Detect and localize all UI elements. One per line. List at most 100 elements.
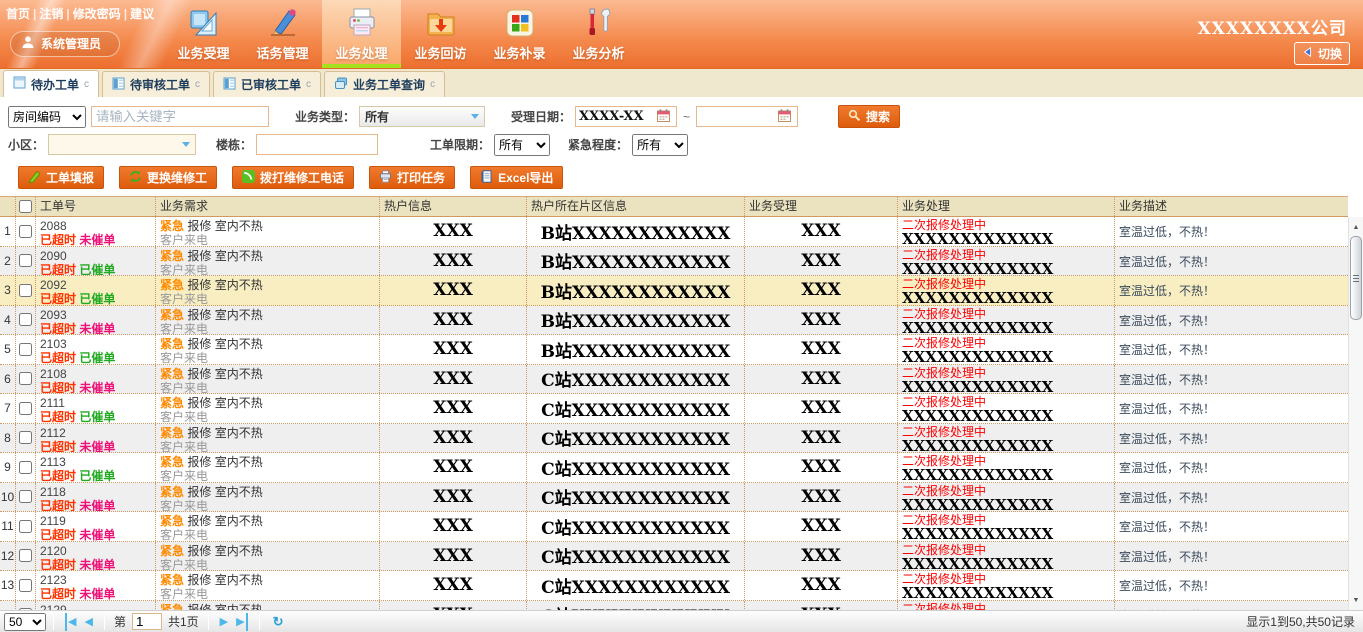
column-header[interactable]: 业务需求: [156, 197, 380, 216]
column-header[interactable]: 业务处理: [898, 197, 1115, 216]
switch-button[interactable]: 切换: [1294, 42, 1350, 65]
tab[interactable]: 已审核工单c: [213, 71, 321, 97]
customer-info-cell: XXX: [380, 483, 527, 512]
pagination-bar: 50 ◀ ◀ 第 共1页 ▶ ▶ ↻ 显示1到50,共50记录: [0, 610, 1363, 632]
table-row[interactable]: 72111已超时 已催单紧急 报修 室内不热客户来电XXXC站XXXXXXXXX…: [0, 394, 1348, 424]
header-link[interactable]: 注销: [39, 7, 63, 21]
row-checkbox[interactable]: [19, 549, 32, 562]
table-row[interactable]: 42093已超时 未催单紧急 报修 室内不热客户来电XXXB站XXXXXXXXX…: [0, 306, 1348, 336]
type-select[interactable]: 所有: [359, 106, 485, 127]
deadline-select[interactable]: 所有: [494, 134, 550, 156]
user-pill[interactable]: 系统管理员: [10, 31, 120, 57]
action-button[interactable]: 工单填报: [18, 166, 104, 189]
row-checkbox[interactable]: [19, 431, 32, 444]
tab-refresh-mark[interactable]: c: [430, 79, 435, 90]
column-header[interactable]: 热户信息: [380, 197, 527, 216]
row-checkbox[interactable]: [19, 490, 32, 503]
header-link[interactable]: 建议: [130, 7, 154, 21]
nav-item[interactable]: 业务处理: [322, 0, 401, 68]
current-page-input[interactable]: [132, 613, 162, 630]
column-header[interactable]: 工单号: [36, 197, 156, 216]
first-page-icon[interactable]: ◀: [65, 613, 76, 631]
description-cell: 室温过低，不热！: [1115, 483, 1348, 512]
field-select[interactable]: 房间编码: [8, 106, 86, 128]
vertical-scrollbar[interactable]: ▲ ▼: [1348, 217, 1363, 610]
demand-source: 客户来电: [160, 499, 379, 512]
row-checkbox[interactable]: [19, 284, 32, 297]
row-checkbox[interactable]: [19, 313, 32, 326]
row-checkbox[interactable]: [19, 343, 32, 356]
table-row[interactable]: 132123已超时 未催单紧急 报修 室内不热客户来电XXXC站XXXXXXXX…: [0, 571, 1348, 601]
table-row[interactable]: 122120已超时 未催单紧急 报修 室内不热客户来电XXXC站XXXXXXXX…: [0, 542, 1348, 572]
scrollbar-thumb[interactable]: [1350, 236, 1362, 320]
nav-item[interactable]: 业务受理: [164, 0, 243, 68]
date-to-input[interactable]: [700, 109, 778, 124]
select-all-checkbox[interactable]: [19, 200, 32, 213]
table-row[interactable]: 102118已超时 未催单紧急 报修 室内不热客户来电XXXC站XXXXXXXX…: [0, 483, 1348, 513]
header-link[interactable]: 首页: [6, 7, 30, 21]
column-header[interactable]: 业务受理: [745, 197, 898, 216]
action-button[interactable]: 更换维修工: [119, 166, 217, 189]
table-row[interactable]: 82112已超时 未催单紧急 报修 室内不热客户来电XXXC站XXXXXXXXX…: [0, 424, 1348, 454]
urgency-level: 紧急: [160, 603, 184, 611]
demand-text: 报修 室内不热: [187, 396, 262, 410]
tab-refresh-mark[interactable]: c: [195, 79, 200, 90]
column-header[interactable]: 业务描述: [1115, 197, 1348, 216]
row-checkbox[interactable]: [19, 402, 32, 415]
demand-cell: 紧急 报修 室内不热客户来电: [156, 276, 380, 305]
search-button[interactable]: 搜索: [838, 105, 900, 128]
row-checkbox[interactable]: [19, 372, 32, 385]
divider: [208, 614, 209, 630]
row-checkbox[interactable]: [19, 520, 32, 533]
calendar-icon[interactable]: [778, 109, 791, 125]
action-button[interactable]: Excel导出: [470, 166, 563, 189]
scroll-down-arrow[interactable]: ▼: [1349, 592, 1363, 608]
row-checkbox[interactable]: [19, 254, 32, 267]
type-label: 业务类型：: [295, 108, 355, 125]
prev-page-icon[interactable]: ◀: [84, 613, 92, 631]
urgency-select[interactable]: 所有: [632, 134, 688, 156]
action-button[interactable]: 打印任务: [369, 166, 455, 189]
table-row[interactable]: 112119已超时 未催单紧急 报修 室内不热客户来电XXXC站XXXXXXXX…: [0, 512, 1348, 542]
keyword-input[interactable]: [91, 106, 269, 127]
row-checkbox-cell: [16, 306, 36, 335]
header-link[interactable]: 修改密码: [73, 7, 121, 21]
calendar-icon[interactable]: [657, 109, 670, 125]
refresh-icon[interactable]: ↻: [273, 614, 284, 630]
nav-item[interactable]: 业务回访: [401, 0, 480, 68]
nav-item[interactable]: 业务补录: [480, 0, 559, 68]
table-row[interactable]: 142129已超时 未催单紧急 报修 室内不热客户来电XXXC站XXXXXXXX…: [0, 601, 1348, 611]
date-from-input[interactable]: [579, 109, 657, 124]
column-header[interactable]: 热户所在片区信息: [527, 197, 745, 216]
row-checkbox[interactable]: [19, 608, 32, 610]
row-checkbox[interactable]: [19, 579, 32, 592]
process-cell: 二次报修处理中XXXXXXXXXXXXX: [898, 217, 1115, 246]
demand-source: 客户来电: [160, 322, 379, 335]
table-row[interactable]: 62108已超时 未催单紧急 报修 室内不热客户来电XXXC站XXXXXXXXX…: [0, 365, 1348, 395]
community-select[interactable]: [48, 134, 196, 155]
demand-text: 报修 室内不热: [187, 278, 262, 292]
row-checkbox[interactable]: [19, 225, 32, 238]
tab-refresh-mark[interactable]: c: [306, 79, 311, 90]
nav-item[interactable]: 话务管理: [243, 0, 322, 68]
action-button[interactable]: 拨打维修工电话: [232, 166, 354, 189]
tab[interactable]: 业务工单查询c: [324, 71, 445, 97]
table-header: 工单号业务需求热户信息热户所在片区信息业务受理业务处理业务描述: [0, 196, 1348, 217]
next-page-icon[interactable]: ▶: [220, 613, 228, 631]
scroll-up-arrow[interactable]: ▲: [1349, 219, 1363, 235]
tab-refresh-mark[interactable]: c: [84, 79, 89, 90]
area-info-cell: B站XXXXXXXXXXXX: [527, 335, 745, 364]
tab[interactable]: 待审核工单c: [102, 71, 210, 97]
table-row[interactable]: 92113已超时 已催单紧急 报修 室内不热客户来电XXXC站XXXXXXXXX…: [0, 453, 1348, 483]
table-row[interactable]: 22090已超时 已催单紧急 报修 室内不热客户来电XXXB站XXXXXXXXX…: [0, 247, 1348, 277]
table-row[interactable]: 52103已超时 已催单紧急 报修 室内不热客户来电XXXB站XXXXXXXXX…: [0, 335, 1348, 365]
building-input[interactable]: [256, 134, 378, 155]
row-checkbox[interactable]: [19, 461, 32, 474]
tab[interactable]: 待办工单c: [3, 70, 99, 97]
customer-info-cell: XXX: [380, 306, 527, 335]
table-row[interactable]: 32092已超时 已催单紧急 报修 室内不热客户来电XXXB站XXXXXXXXX…: [0, 276, 1348, 306]
nav-item[interactable]: 业务分析: [559, 0, 638, 68]
page-size-select[interactable]: 50: [4, 613, 46, 631]
last-page-icon[interactable]: ▶: [236, 613, 247, 631]
table-row[interactable]: 12088已超时 未催单紧急 报修 室内不热客户来电XXXB站XXXXXXXXX…: [0, 217, 1348, 247]
